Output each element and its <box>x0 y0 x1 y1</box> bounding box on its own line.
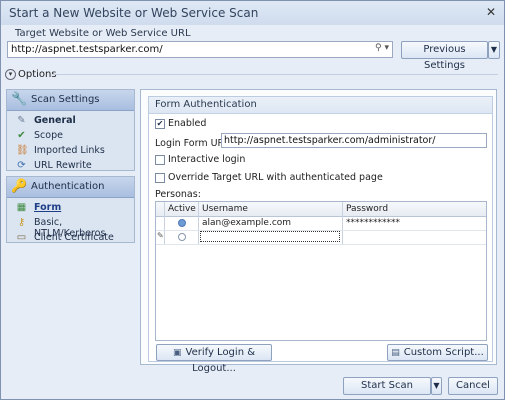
target-url-field[interactable]: ⚲ ▾ <box>7 41 393 58</box>
start-scan-dropdown[interactable]: ▼ <box>431 377 442 395</box>
scope-icon: ✔ <box>17 130 26 141</box>
login-form-url-field[interactable] <box>221 133 487 148</box>
sidebar-item-client-certificate[interactable]: ▭ Client Certificate <box>7 231 134 245</box>
title-bar: Start a New Website or Web Service Scan … <box>1 1 504 25</box>
dropdown-arrow-icon[interactable]: ▾ <box>384 43 389 53</box>
scan-settings-title: Scan Settings <box>31 94 100 105</box>
scan-dialog: Start a New Website or Web Service Scan … <box>0 0 505 400</box>
grid-header: Active Username Password <box>156 202 486 217</box>
link-icon: ⛓ <box>16 145 29 156</box>
script-icon: ▤ <box>391 348 400 358</box>
window-title: Start a New Website or Web Service Scan <box>9 6 259 20</box>
interactive-login-checkbox[interactable] <box>155 154 165 165</box>
url-field-icons[interactable]: ⚲ ▾ <box>375 43 389 53</box>
scan-settings-header[interactable]: 🔧 Scan Settings <box>7 90 134 111</box>
interactive-login-row[interactable]: Interactive login <box>155 154 245 165</box>
sidebar-item-label: Imported Links <box>34 145 105 156</box>
sidebar-item-label: Scope <box>34 130 63 141</box>
key-icon: ⚷ <box>17 217 26 228</box>
sidebar-item-form[interactable]: ▦ Form <box>7 201 134 215</box>
table-row[interactable]: alan@example.com ************ <box>156 216 486 231</box>
form-authentication-title: Form Authentication <box>155 99 257 110</box>
sidebar-item-label: Client Certificate <box>34 232 114 243</box>
override-target-label: Override Target URL with authenticated p… <box>168 172 383 183</box>
wrench-icon: ✎ <box>17 115 26 126</box>
column-header-active[interactable]: Active <box>168 204 196 214</box>
rewrite-icon: ⟳ <box>17 160 26 171</box>
verify-login-logout-button[interactable]: ▣ Verify Login & Logout... <box>156 344 272 374</box>
certificate-icon: ▭ <box>16 232 27 243</box>
content-panel: Form Authentication ✔ Enabled Login Form … <box>140 89 497 374</box>
personas-grid[interactable]: Active Username Password alan@example.co… <box>155 201 487 341</box>
table-row[interactable]: ✎ <box>156 230 486 245</box>
override-target-row[interactable]: Override Target URL with authenticated p… <box>155 172 383 183</box>
sidebar-item-url-rewrite[interactable]: ⟳ URL Rewrite <box>7 159 134 173</box>
personas-label: Personas: <box>155 189 201 200</box>
sidebar-item-imported-links[interactable]: ⛓ Imported Links <box>7 144 134 158</box>
username-edit-cell[interactable] <box>200 231 340 242</box>
enabled-checkbox[interactable]: ✔ <box>155 118 165 129</box>
username-cell[interactable]: alan@example.com <box>202 218 291 228</box>
cancel-button[interactable]: Cancel <box>448 377 498 395</box>
previous-settings-dropdown[interactable]: ▼ <box>488 41 500 59</box>
column-header-password[interactable]: Password <box>346 204 388 214</box>
key-icon: 🔑 <box>11 179 28 194</box>
options-divider <box>53 74 498 75</box>
chevron-down-icon: ▼ <box>433 381 440 390</box>
sidebar-item-basic-ntlm[interactable]: ⚷ Basic, NTLM/Kerberos <box>7 216 134 239</box>
chevron-down-icon: ▼ <box>490 45 498 54</box>
custom-script-label: Custom Script... <box>403 347 484 358</box>
search-icon[interactable]: ⚲ <box>375 43 382 53</box>
enabled-checkbox-row[interactable]: ✔ Enabled <box>155 118 206 129</box>
edit-pencil-icon: ✎ <box>157 231 164 240</box>
options-label: Options <box>18 69 57 80</box>
sidebar-item-label: Form <box>34 202 62 213</box>
options-toggle[interactable]: ▾ Options <box>5 69 57 81</box>
authentication-group: 🔑 Authentication ▦ Form ⚷ Basic, NTLM/Ke… <box>6 176 135 243</box>
start-scan-button[interactable]: Start Scan <box>343 377 431 395</box>
verify-icon: ▣ <box>172 348 182 358</box>
verify-button-label: Verify Login & Logout... <box>185 347 256 374</box>
target-url-input[interactable] <box>11 43 351 56</box>
form-authentication-header: Form Authentication <box>149 97 492 114</box>
previous-settings-button[interactable]: Previous Settings <box>401 41 488 71</box>
form-authentication-group: Form Authentication ✔ Enabled Login Form … <box>148 96 493 374</box>
authentication-title: Authentication <box>31 181 105 192</box>
sidebar-item-label: General <box>34 115 76 126</box>
tools-icon: 🔧 <box>11 92 28 107</box>
interactive-login-label: Interactive login <box>168 154 246 165</box>
column-header-username[interactable]: Username <box>202 204 248 214</box>
target-url-label: Target Website or Web Service URL <box>15 28 191 39</box>
authentication-header[interactable]: 🔑 Authentication <box>7 177 134 198</box>
active-radio[interactable] <box>178 233 186 241</box>
collapse-icon[interactable]: ▾ <box>5 69 16 80</box>
login-form-url-input[interactable] <box>224 134 482 147</box>
override-target-checkbox[interactable] <box>155 172 165 183</box>
active-radio[interactable] <box>178 219 186 227</box>
scan-settings-group: 🔧 Scan Settings ✎ General ✔ Scope ⛓ Impo… <box>6 89 135 171</box>
sidebar-item-scope[interactable]: ✔ Scope <box>7 129 134 143</box>
close-icon[interactable]: ✕ <box>484 5 498 19</box>
sidebar-item-general[interactable]: ✎ General <box>7 114 134 128</box>
form-icon: ▦ <box>16 202 27 213</box>
password-cell[interactable]: ************ <box>346 218 400 228</box>
sidebar-item-label: URL Rewrite <box>34 160 92 171</box>
enabled-label: Enabled <box>168 118 207 129</box>
custom-script-button[interactable]: ▤ Custom Script... <box>387 344 488 361</box>
